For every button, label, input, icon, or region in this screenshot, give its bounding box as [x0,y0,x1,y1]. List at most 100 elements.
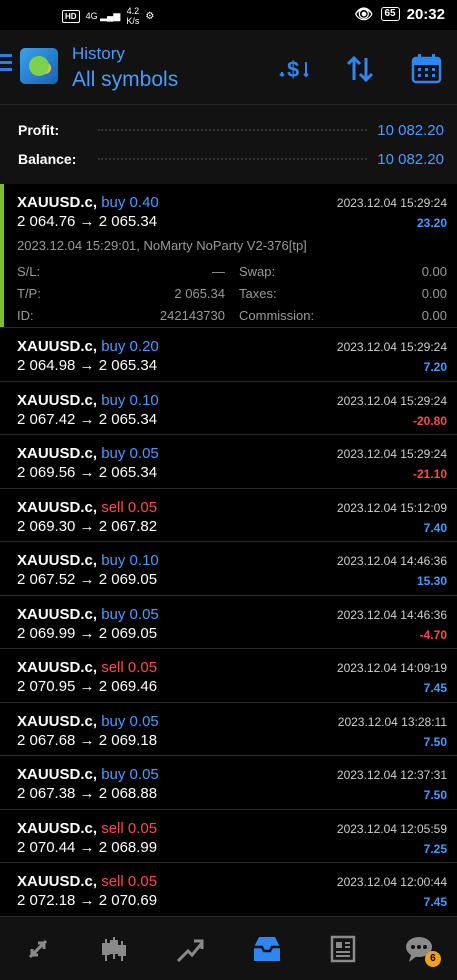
deal-prices: 2 064.76 → 2 065.34 [17,213,158,230]
deal-prices: 2 067.38 → 2 068.88 [17,785,158,802]
deal-prices: 2 064.98 → 2 065.34 [17,357,158,374]
quotes-icon [29,939,48,958]
deal-prices: 2 070.95 → 2 069.46 [17,678,158,695]
detail-row: S/L: — Swap: 0.00 [17,260,447,282]
signal-icon: 4G ▂▄▆ [85,10,121,21]
deal-row[interactable]: XAUUSD.c, buy 0.05 2 067.38 → 2 068.88 2… [0,756,457,810]
deal-prices: 2 067.42 → 2 065.34 [17,410,158,428]
speed-value: 4.2 [126,6,140,16]
sort-icon[interactable] [344,52,378,93]
status-right: 👁 65 20:32 [354,5,445,24]
deal-symbol: XAUUSD.c, sell 0.05 [17,499,157,516]
deal-type: sell 0.05 [101,498,158,516]
deal-type: buy 0.20 [101,338,159,355]
balance-label: Balance: [18,151,77,167]
balance-row: Balance: 10 082.20 [18,146,444,172]
deal-type: buy 0.40 [101,194,159,211]
deal-time: 2023.12.04 14:46:36 [336,554,447,568]
detail-row: T/P: 2 065.34 Taxes: 0.00 [17,282,447,304]
calendar-svg [411,54,442,84]
calendar-icon[interactable] [410,52,444,93]
deal-symbol: XAUUSD.c, buy 0.40 [17,194,159,211]
symbol-name: XAUUSD.c, [17,605,98,623]
symbol-name: XAUUSD.c, [17,819,98,837]
profit-value: 10 082.20 [377,121,444,139]
speed-unit: K/s [126,16,140,26]
page-title: History [72,44,125,63]
deal-comment: 2023.12.04 15:29:01, NoMarty NoParty V2-… [17,238,307,253]
menu-icon[interactable] [0,54,14,74]
dollar-filter-svg: $ [279,57,309,82]
nav-chat[interactable]: 6 [393,927,445,971]
deal-row[interactable]: XAUUSD.c, buy 0.10 2 067.52 → 2 069.05 2… [0,542,457,596]
symbol-name: XAUUSD.c, [17,498,98,516]
candlestick-icon [102,936,127,961]
selected-indicator [0,184,4,327]
symbol-name: XAUUSD.c, [17,659,98,676]
tp-label: T/P: [17,285,41,301]
deal-type: sell 0.05 [101,819,158,837]
deal-row[interactable]: XAUUSD.c, buy 0.40 2 064.76 → 2 065.34 2… [0,184,457,328]
deal-row[interactable]: XAUUSD.c, buy 0.10 2 067.42 → 2 065.34 2… [0,382,457,435]
deal-type: buy 0.05 [101,766,159,783]
balance-value: 10 082.20 [377,150,444,168]
deal-profit: -4.70 [419,627,447,642]
deal-time: 2023.12.04 12:37:31 [336,768,447,782]
deal-type: buy 0.05 [101,445,159,462]
deal-symbol: XAUUSD.c, sell 0.05 [17,820,157,837]
deal-row[interactable]: XAUUSD.c, sell 0.05 2 069.30 → 2 067.82 … [0,489,457,542]
deal-row[interactable]: XAUUSD.c, sell 0.05 2 070.44 → 2 068.99 … [0,810,457,863]
dollar-filter-icon[interactable]: $ [278,52,312,93]
deal-time: 2023.12.04 15:29:24 [336,393,447,408]
trade-icon [177,939,204,962]
app-header: History All symbols $ [0,30,457,104]
deal-time: 2023.12.04 15:29:24 [336,196,447,210]
deal-type: sell 0.05 [101,659,158,676]
clock: 20:32 [406,5,445,23]
dotted-leader [98,129,368,131]
status-bar: HD 4G ▂▄▆ 4.2 K/s ⚙ 👁 65 20:32 [0,0,457,30]
nav-trade[interactable] [164,927,216,971]
svg-text:$: $ [287,57,299,82]
deal-prices: 2 069.30 → 2 067.82 [17,517,158,535]
deal-time: 2023.12.04 15:29:24 [336,340,447,354]
deal-symbol: XAUUSD.c, buy 0.05 [17,713,159,730]
nav-quotes[interactable] [12,927,64,971]
deal-type: sell 0.05 [101,873,158,890]
hd-indicator: HD [62,9,80,23]
swap-label: Swap: [239,263,276,279]
deal-symbol: XAUUSD.c, buy 0.05 [17,766,159,783]
nav-chart[interactable] [88,927,140,971]
deal-time: 2023.12.04 15:12:09 [336,500,447,515]
deal-row[interactable]: XAUUSD.c, buy 0.05 2 067.68 → 2 069.18 2… [0,703,457,756]
deal-time: 2023.12.04 12:05:59 [336,821,447,836]
deal-time: 2023.12.04 14:46:36 [336,607,447,622]
deal-profit: -21.10 [412,467,447,481]
nav-history[interactable] [241,927,293,971]
deal-profit: 7.40 [423,520,447,535]
deal-row[interactable]: XAUUSD.c, buy 0.05 2 069.56 → 2 065.34 2… [0,435,457,489]
news-icon [330,935,355,962]
deal-symbol: XAUUSD.c, buy 0.05 [17,445,159,462]
commission-label: Commission: [239,307,315,323]
battery-indicator: 65 [380,7,400,21]
symbol-name: XAUUSD.c, [17,873,98,890]
symbol-name: XAUUSD.c, [17,552,98,569]
deal-profit: 7.50 [423,788,447,802]
deal-row[interactable]: XAUUSD.c, sell 0.05 2 072.18 → 2 070.69 … [0,863,457,917]
deal-row[interactable]: XAUUSD.c, buy 0.20 2 064.98 → 2 065.34 2… [0,328,457,382]
symbol-filter[interactable]: All symbols [72,68,178,92]
deal-type: buy 0.10 [101,552,159,569]
deal-prices: 2 072.18 → 2 070.69 [17,892,158,909]
deal-symbol: XAUUSD.c, buy 0.20 [17,338,159,355]
deal-type: buy 0.10 [101,391,159,409]
deal-symbol: XAUUSD.c, sell 0.05 [17,873,157,890]
status-left: HD 4G ▂▄▆ 4.2 K/s ⚙ [62,6,154,26]
symbol-name: XAUUSD.c, [17,391,98,409]
nav-news[interactable] [317,927,369,971]
sort-svg [346,55,374,83]
deal-row[interactable]: XAUUSD.c, sell 0.05 2 070.95 → 2 069.46 … [0,649,457,703]
symbol-name: XAUUSD.c, [17,445,98,462]
deal-row[interactable]: XAUUSD.c, buy 0.05 2 069.99 → 2 069.05 2… [0,596,457,649]
eye-icon: 👁 [354,6,374,23]
